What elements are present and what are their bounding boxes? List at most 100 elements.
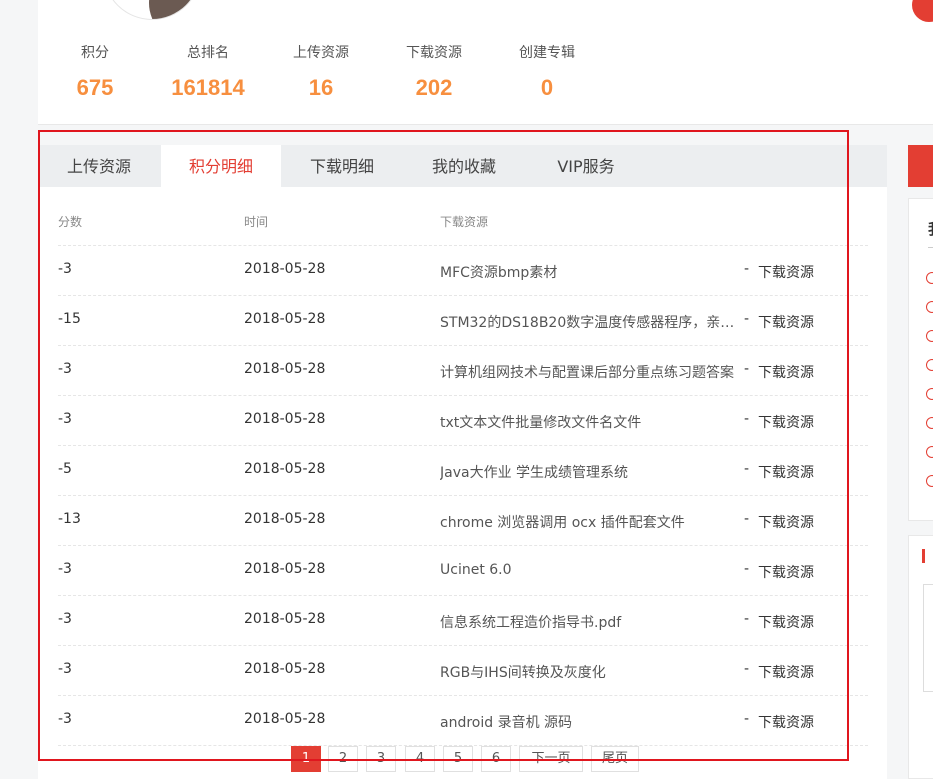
circle-outline-icon <box>926 475 933 487</box>
stat-label: 创建专辑 <box>519 45 575 61</box>
table-row: -3 2018-05-28 RGB与IHS间转换及灰度化 - 下载资源 <box>58 645 868 696</box>
table-row: -3 2018-05-28 android 录音机 源码 - 下载资源 <box>58 695 868 746</box>
download-resource-link[interactable]: 下载资源 <box>758 262 814 282</box>
table-row: -3 2018-05-28 txt文本文件批量修改文件名文件 - 下载资源 <box>58 395 868 446</box>
download-resource-link[interactable]: 下载资源 <box>758 662 814 682</box>
download-resource-link[interactable]: 下载资源 <box>758 462 814 482</box>
score-cell: -3 <box>58 611 72 627</box>
tab-vip-service[interactable]: VIP服务 <box>525 145 647 187</box>
resource-link[interactable]: 计算机组网技术与配置课后部分重点练习题答案 <box>440 362 740 382</box>
download-resource-link[interactable]: 下载资源 <box>758 362 814 382</box>
separator-dash: - <box>744 261 750 277</box>
time-cell: 2018-05-28 <box>244 511 326 527</box>
stat-value: 202 <box>415 75 453 100</box>
score-cell: -3 <box>58 661 72 677</box>
resource-link[interactable]: Java大作业 学生成绩管理系统 <box>440 462 740 482</box>
page-4-button[interactable]: 4 <box>405 746 435 772</box>
stat-label: 总排名 <box>187 45 229 61</box>
page-6-button[interactable]: 6 <box>481 746 511 772</box>
table-row: -3 2018-05-28 Ucinet 6.0- 下载资源 <box>58 545 868 596</box>
table-row: -3 2018-05-28 信息系统工程造价指导书.pdf - 下载资源 <box>58 595 868 646</box>
circle-outline-icon <box>926 388 933 400</box>
header-score: 分数 <box>58 215 83 229</box>
avatar[interactable] <box>103 0 201 20</box>
next-page-button[interactable]: 下一页 <box>519 746 583 772</box>
time-cell: 2018-05-28 <box>244 311 326 327</box>
circle-outline-icon <box>926 446 933 458</box>
score-cell: -3 <box>58 411 72 427</box>
page-5-button[interactable]: 5 <box>443 746 473 772</box>
tab-points-detail[interactable]: 积分明细 <box>161 145 281 187</box>
separator-dash: - <box>744 561 750 577</box>
resource-link[interactable]: STM32的DS18B20数字温度传感器程序，亲测... <box>440 312 740 332</box>
score-cell: -3 <box>58 261 72 277</box>
tab-uploads[interactable]: 上传资源 <box>38 145 160 187</box>
stat-value: 675 <box>76 75 114 100</box>
page-3-button[interactable]: 3 <box>366 746 396 772</box>
time-cell: 2018-05-28 <box>244 411 326 427</box>
circle-outline-icon <box>926 301 933 313</box>
time-cell: 2018-05-28 <box>244 711 326 727</box>
tab-download-detail[interactable]: 下载明细 <box>281 145 403 187</box>
separator-dash: - <box>744 361 750 377</box>
table-row: -3 2018-05-28 MFC资源bmp素材 - 下载资源 <box>58 245 868 296</box>
time-cell: 2018-05-28 <box>244 361 326 377</box>
circle-outline-icon <box>926 359 933 371</box>
resource-link[interactable]: chrome 浏览器调用 ocx 插件配套文件 <box>440 512 740 532</box>
separator-dash: - <box>744 611 750 627</box>
score-cell: -5 <box>58 461 72 477</box>
time-cell: 2018-05-28 <box>244 661 326 677</box>
stat-rank: 总排名 161814 <box>153 44 263 102</box>
sidebar-divider <box>928 247 933 248</box>
time-cell: 2018-05-28 <box>244 461 326 477</box>
stat-value: 161814 <box>171 75 245 100</box>
score-cell: -15 <box>58 311 81 327</box>
download-resource-link[interactable]: 下载资源 <box>758 512 814 532</box>
stat-value: 16 <box>308 75 334 100</box>
table-row: -5 2018-05-28 Java大作业 学生成绩管理系统 - 下载资源 <box>58 445 868 496</box>
resource-link[interactable]: android 录音机 源码 <box>440 712 740 732</box>
sidebar-section-marker <box>922 549 925 563</box>
download-resource-link[interactable]: 下载资源 <box>758 712 814 732</box>
stat-value: 0 <box>540 75 554 100</box>
sidebar-card-title: 我 <box>928 218 933 239</box>
resource-link[interactable]: txt文本文件批量修改文件名文件 <box>440 412 740 432</box>
profile-card: 积分 675 总排名 161814 上传资源 16 下载资源 202 创建专辑 … <box>38 0 933 125</box>
score-cell: -13 <box>58 511 81 527</box>
circle-outline-icon <box>926 330 933 342</box>
stat-label: 上传资源 <box>293 45 349 61</box>
download-resource-link[interactable]: 下载资源 <box>758 612 814 632</box>
stat-label: 积分 <box>81 45 109 61</box>
table-row: -15 2018-05-28 STM32的DS18B20数字温度传感器程序，亲测..… <box>58 295 868 346</box>
tab-favorites[interactable]: 我的收藏 <box>403 145 525 187</box>
time-cell: 2018-05-28 <box>244 611 326 627</box>
table-row: -13 2018-05-28 chrome 浏览器调用 ocx 插件配套文件 - 下载资… <box>58 495 868 546</box>
score-cell: -3 <box>58 711 72 727</box>
download-resource-link[interactable]: 下载资源 <box>758 312 814 332</box>
page-1-button[interactable]: 1 <box>291 746 321 772</box>
download-resource-link[interactable]: 下载资源 <box>758 412 814 432</box>
circle-outline-icon <box>926 272 933 284</box>
download-resource-link[interactable]: 下载资源 <box>758 562 814 582</box>
stat-label: 下载资源 <box>406 45 462 61</box>
page-2-button[interactable]: 2 <box>328 746 358 772</box>
resource-link[interactable]: 信息系统工程造价指导书.pdf <box>440 612 740 632</box>
header-resource: 下载资源 <box>440 215 489 229</box>
header-time: 时间 <box>244 215 269 229</box>
time-cell: 2018-05-28 <box>244 561 326 577</box>
stat-points: 积分 675 <box>40 44 150 102</box>
stat-uploads: 上传资源 16 <box>266 44 376 102</box>
tab-bar: 上传资源 积分明细 下载明细 我的收藏 VIP服务 <box>38 145 887 187</box>
separator-dash: - <box>744 311 750 327</box>
last-page-button[interactable]: 尾页 <box>591 746 639 772</box>
resource-link[interactable]: Ucinet 6.0 <box>440 562 740 578</box>
resource-link[interactable]: RGB与IHS间转换及灰度化 <box>440 662 740 682</box>
resource-link[interactable]: MFC资源bmp素材 <box>440 262 740 282</box>
circle-outline-icon <box>926 417 933 429</box>
stat-downloads: 下载资源 202 <box>379 44 489 102</box>
separator-dash: - <box>744 511 750 527</box>
avatar-image <box>149 0 200 19</box>
separator-dash: - <box>744 411 750 427</box>
score-cell: -3 <box>58 561 72 577</box>
sidebar-red-button[interactable] <box>908 145 933 187</box>
